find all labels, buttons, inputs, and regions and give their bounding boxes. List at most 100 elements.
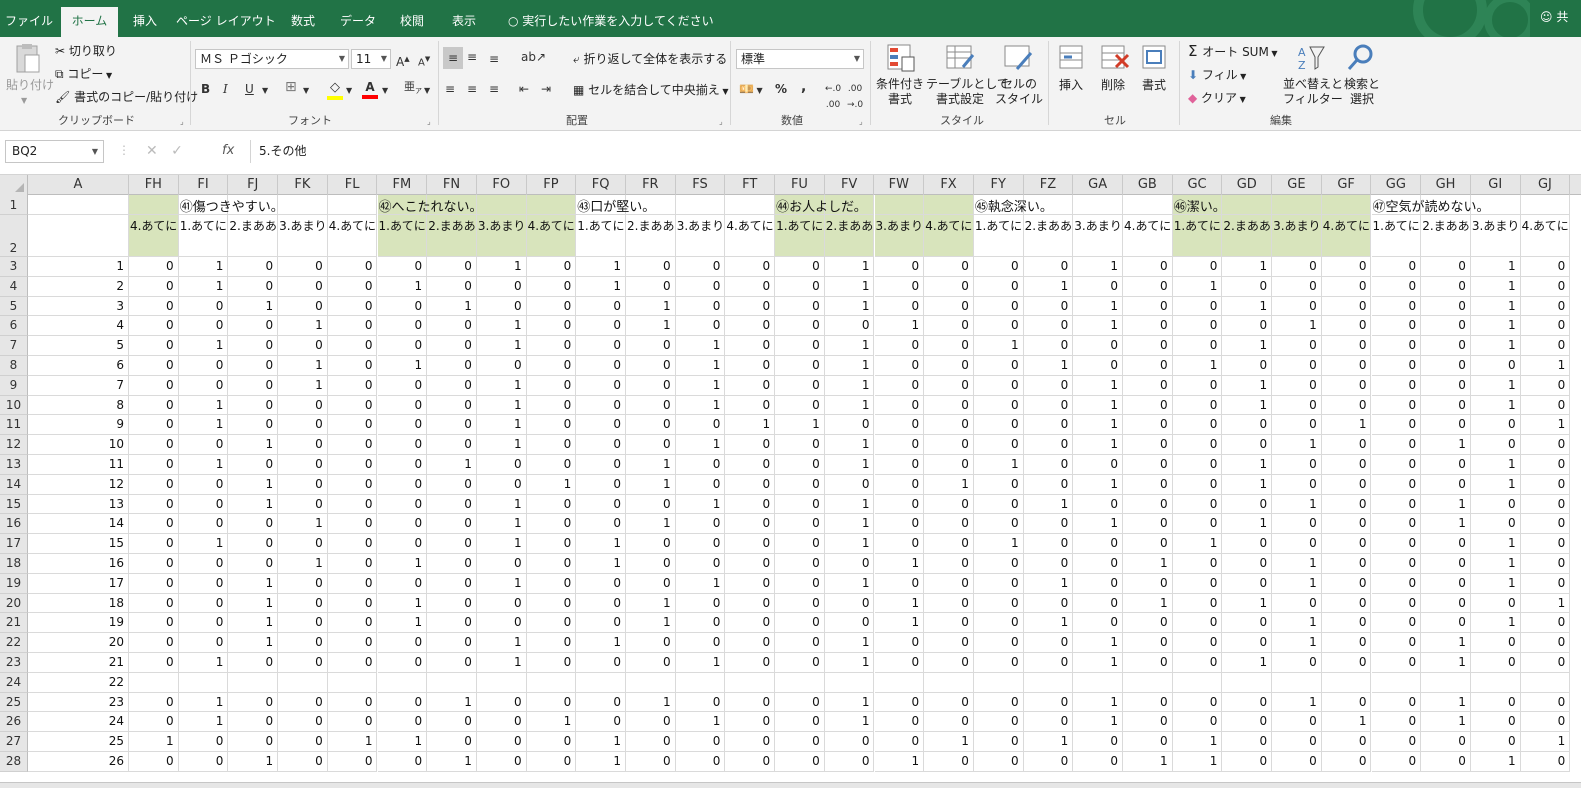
cell-gh8[interactable]: 0 (1421, 356, 1471, 376)
cell-fh7[interactable]: 0 (129, 336, 179, 356)
cell-fz16[interactable]: 0 (1023, 514, 1074, 535)
column-header-gc[interactable]: GC (1173, 175, 1223, 195)
cell-fl24[interactable] (327, 672, 378, 693)
cell-fn20[interactable]: 0 (427, 593, 477, 614)
cell-gh15[interactable]: 1 (1421, 494, 1471, 515)
cell-gg25[interactable]: 0 (1371, 692, 1422, 713)
cell-fj10[interactable]: 0 (228, 395, 279, 416)
cell-gf1[interactable] (1321, 195, 1372, 215)
cell-ft21[interactable]: 0 (725, 613, 776, 634)
cell-fp17[interactable]: 0 (526, 534, 577, 554)
cell-fh17[interactable]: 0 (129, 534, 179, 554)
cell-fs19[interactable]: 1 (675, 573, 726, 594)
cell-ft12[interactable]: 0 (725, 435, 776, 455)
cell-a14[interactable]: 12 (28, 474, 129, 495)
cell-fk22[interactable]: 0 (278, 633, 328, 653)
cell-fw11[interactable]: 0 (874, 415, 925, 436)
cell-fj26[interactable]: 0 (228, 712, 279, 733)
cell-fj20[interactable]: 1 (228, 593, 279, 614)
cell-ft11[interactable]: 1 (725, 415, 776, 436)
cell-fx2[interactable]: 4.あてに (924, 215, 974, 257)
cell-fs16[interactable]: 0 (675, 514, 726, 535)
cell-fu25[interactable]: 0 (775, 692, 825, 713)
cell-a6[interactable]: 4 (28, 316, 129, 337)
column-header-gd[interactable]: GD (1222, 175, 1273, 195)
column-header-fv[interactable]: FV (825, 175, 875, 195)
cell-fm22[interactable]: 0 (377, 633, 428, 653)
orientation-icon[interactable]: ab↗ (521, 49, 546, 65)
cell-fz26[interactable]: 0 (1023, 712, 1074, 733)
row-header[interactable]: 17 (0, 534, 28, 554)
cell-gj2[interactable]: 4.あてに (1520, 215, 1571, 257)
cell-a5[interactable]: 3 (28, 296, 129, 317)
cell-gf2[interactable]: 4.あてに (1321, 215, 1372, 257)
cell-fp5[interactable]: 0 (526, 296, 577, 317)
cell-gh27[interactable]: 0 (1421, 732, 1471, 752)
row-header[interactable]: 16 (0, 514, 28, 535)
cell-ge19[interactable]: 1 (1272, 573, 1322, 594)
cell-fm8[interactable]: 1 (377, 356, 428, 376)
cell-fj13[interactable]: 0 (228, 455, 279, 475)
cell-gc14[interactable]: 0 (1172, 474, 1223, 495)
cell-gf6[interactable]: 0 (1321, 316, 1372, 337)
cell-gj28[interactable]: 0 (1520, 752, 1571, 772)
cut-button[interactable]: ✂ 切り取り (55, 43, 117, 59)
row-header[interactable]: 12 (0, 435, 28, 455)
row-header[interactable]: 13 (0, 455, 28, 475)
cell-fq13[interactable]: 0 (576, 455, 626, 475)
cell-fs9[interactable]: 1 (675, 375, 726, 396)
cell-fo7[interactable]: 1 (476, 336, 527, 356)
cell-gg27[interactable]: 0 (1371, 732, 1422, 752)
cell-fx8[interactable]: 0 (924, 356, 974, 376)
cell-fs8[interactable]: 1 (675, 356, 726, 376)
tab-review[interactable]: 校閲 (392, 7, 432, 37)
cell-fm26[interactable]: 0 (377, 712, 428, 733)
cell-gf4[interactable]: 0 (1321, 276, 1372, 297)
chevron-down-icon[interactable]: ▼ (346, 83, 352, 99)
cell-fw16[interactable]: 0 (874, 514, 925, 535)
cell-gb11[interactable]: 0 (1123, 415, 1173, 436)
name-box[interactable]: BQ2 ▼ (5, 140, 104, 163)
cell-gj5[interactable]: 0 (1520, 296, 1571, 317)
cell-fj18[interactable]: 0 (228, 554, 279, 574)
cell-gd12[interactable]: 0 (1222, 435, 1273, 455)
cell-fn18[interactable]: 0 (427, 554, 477, 574)
cell-ge23[interactable]: 0 (1272, 653, 1322, 673)
cell-gj9[interactable]: 0 (1520, 375, 1571, 396)
cell-fu17[interactable]: 0 (775, 534, 825, 554)
cell-gh9[interactable]: 0 (1421, 375, 1471, 396)
cell-gg6[interactable]: 0 (1371, 316, 1422, 337)
cell-fy22[interactable]: 0 (973, 633, 1024, 653)
cell-gi10[interactable]: 1 (1470, 395, 1521, 416)
cell-fl11[interactable]: 0 (327, 415, 378, 436)
cell-fz12[interactable]: 0 (1023, 435, 1074, 455)
cell-gh13[interactable]: 0 (1421, 455, 1471, 475)
cell-fv11[interactable]: 0 (824, 415, 875, 436)
cell-gb7[interactable]: 0 (1123, 336, 1173, 356)
cell-fx21[interactable]: 0 (924, 613, 974, 634)
cell-gj12[interactable]: 0 (1520, 435, 1571, 455)
cell-gb27[interactable]: 0 (1123, 732, 1173, 752)
cell-fw27[interactable]: 0 (874, 732, 925, 752)
cell-fy25[interactable]: 0 (973, 692, 1024, 713)
cell-gb16[interactable]: 0 (1123, 514, 1173, 535)
cell-gg26[interactable]: 0 (1371, 712, 1422, 733)
cell-ga9[interactable]: 1 (1073, 375, 1123, 396)
cell-fi10[interactable]: 1 (178, 395, 229, 416)
row-header[interactable]: 6 (0, 316, 28, 337)
increase-indent-icon[interactable]: ⇥ (541, 81, 551, 97)
cell-fu28[interactable]: 0 (775, 752, 825, 772)
cell-gh19[interactable]: 0 (1421, 573, 1471, 594)
cell-fz2[interactable]: 2.まああ (1023, 215, 1074, 257)
cell-fi2[interactable]: 1.あてに (178, 215, 229, 257)
column-header-ge[interactable]: GE (1272, 175, 1322, 195)
cell-fk8[interactable]: 1 (278, 356, 328, 376)
cell-fm11[interactable]: 0 (377, 415, 428, 436)
cell-fy26[interactable]: 0 (973, 712, 1024, 733)
cell-gb10[interactable]: 0 (1123, 395, 1173, 416)
cell-fi14[interactable]: 0 (178, 474, 229, 495)
cell-ft27[interactable]: 0 (725, 732, 776, 752)
cell-gc4[interactable]: 1 (1172, 276, 1223, 297)
cell-fi5[interactable]: 0 (178, 296, 229, 317)
cell-fj15[interactable]: 1 (228, 494, 279, 515)
